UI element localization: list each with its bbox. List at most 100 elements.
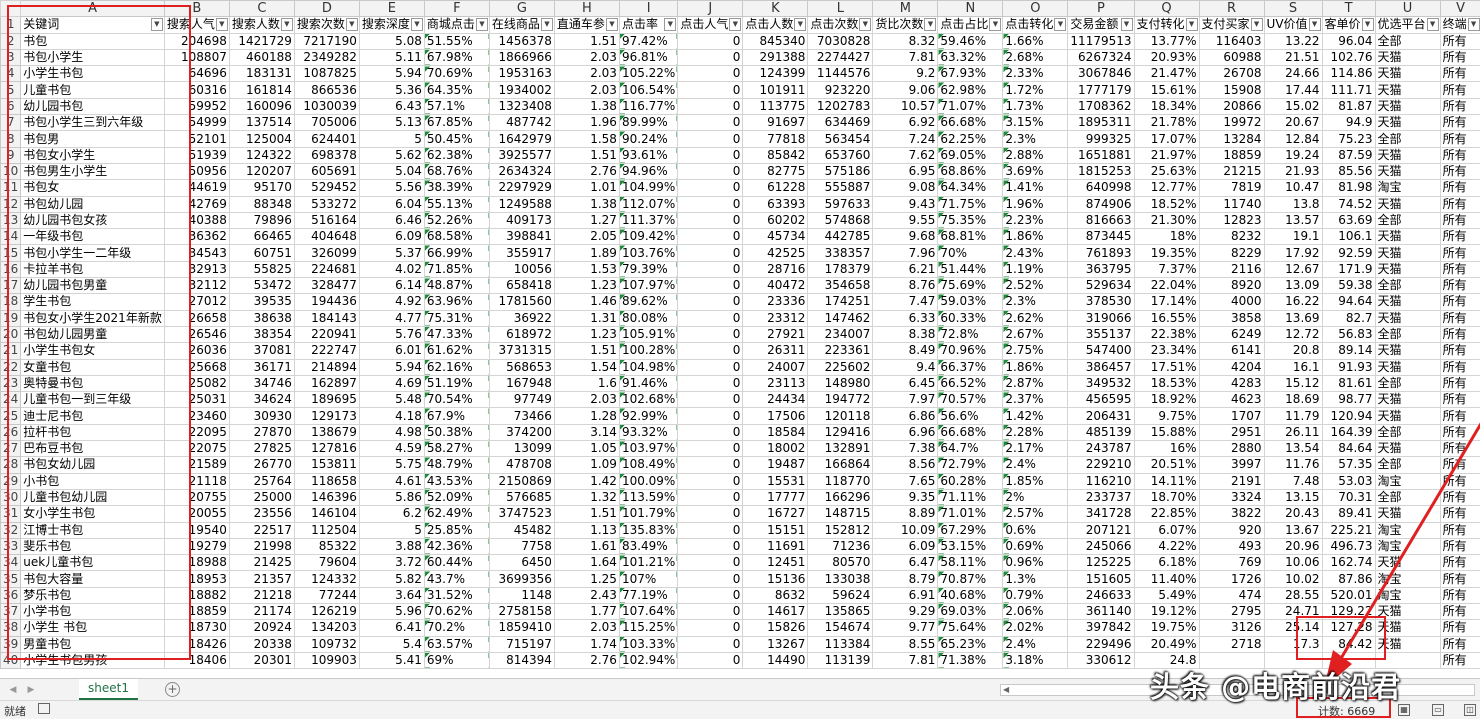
table-cell[interactable]: 96.81%: [618, 48, 679, 67]
table-cell[interactable]: 1148: [488, 586, 555, 604]
table-cell[interactable]: 天猫: [1374, 293, 1441, 311]
table-cell[interactable]: 113384: [807, 635, 874, 653]
table-cell[interactable]: 338357: [807, 244, 874, 262]
header-cell[interactable]: 交易金额 ▼: [1067, 16, 1135, 34]
table-cell[interactable]: 18%: [1133, 228, 1200, 246]
header-cell[interactable]: 点击占比 ▼: [937, 16, 1004, 34]
table-cell[interactable]: 天猫: [1374, 440, 1441, 458]
row-number[interactable]: 15: [0, 244, 22, 262]
table-cell[interactable]: 66465: [228, 228, 295, 246]
table-cell[interactable]: 19487: [742, 456, 809, 474]
table-cell[interactable]: 52.09%: [423, 488, 490, 507]
table-cell[interactable]: 幼儿园书包: [20, 97, 165, 116]
table-cell[interactable]: 6.01: [358, 342, 425, 360]
table-cell[interactable]: 0: [677, 65, 744, 83]
table-cell[interactable]: 27921: [742, 325, 809, 344]
table-cell[interactable]: 866536: [293, 81, 360, 99]
table-cell[interactable]: 69%: [423, 651, 490, 670]
table-cell[interactable]: 79.39%: [618, 260, 679, 279]
table-cell[interactable]: 20924: [228, 619, 295, 637]
table-cell[interactable]: 所有: [1439, 488, 1480, 507]
header-cell[interactable]: 客单价 ▼: [1321, 16, 1376, 34]
table-cell[interactable]: 18.70%: [1133, 488, 1200, 507]
table-cell[interactable]: 70.54%: [423, 391, 490, 409]
table-cell[interactable]: 103.33%: [618, 635, 679, 653]
row-number[interactable]: 29: [0, 472, 22, 490]
table-cell[interactable]: 0: [677, 374, 744, 393]
row-number[interactable]: 2: [0, 32, 22, 50]
row-number[interactable]: 18: [0, 293, 22, 311]
table-cell[interactable]: 120118: [807, 407, 874, 425]
table-cell[interactable]: 30930: [228, 407, 295, 425]
table-cell[interactable]: 所有: [1439, 537, 1480, 556]
table-cell[interactable]: 59952: [163, 97, 230, 116]
row-number[interactable]: 8: [0, 130, 22, 148]
table-cell[interactable]: 所有: [1439, 244, 1480, 262]
table-cell[interactable]: 28716: [742, 260, 809, 279]
row-number[interactable]: 1: [0, 16, 22, 34]
table-cell[interactable]: 2.05: [553, 228, 620, 246]
table-cell[interactable]: 17.3: [1263, 635, 1323, 653]
table-cell[interactable]: 100.09%: [618, 472, 679, 490]
table-cell[interactable]: 64.35%: [423, 81, 490, 99]
table-cell[interactable]: 2.43%: [1002, 244, 1069, 262]
table-cell[interactable]: 江博士书包: [20, 521, 165, 539]
table-cell[interactable]: 0: [677, 146, 744, 164]
table-cell[interactable]: 女童书包: [20, 358, 165, 376]
table-cell[interactable]: 9.08: [872, 179, 939, 197]
table-cell[interactable]: 6.2: [358, 505, 425, 523]
table-cell[interactable]: 108807: [163, 48, 230, 67]
table-cell[interactable]: 93.61%: [618, 146, 679, 164]
table-cell[interactable]: 133038: [807, 570, 874, 588]
table-cell[interactable]: 6.33: [872, 309, 939, 327]
table-cell[interactable]: 17777: [742, 488, 809, 507]
table-cell[interactable]: 天猫: [1374, 260, 1441, 279]
table-cell[interactable]: 5.62: [358, 146, 425, 164]
table-cell[interactable]: 42.36%: [423, 537, 490, 556]
table-cell[interactable]: 1.27: [553, 211, 620, 230]
table-cell[interactable]: 88348: [228, 195, 295, 213]
table-cell[interactable]: 18584: [742, 423, 809, 442]
table-cell[interactable]: 6450: [488, 554, 555, 572]
table-cell[interactable]: 12.77%: [1133, 179, 1200, 197]
table-cell[interactable]: 所有: [1439, 211, 1480, 230]
table-cell[interactable]: 624401: [293, 130, 360, 148]
table-cell[interactable]: 148715: [807, 505, 874, 523]
table-cell[interactable]: 1.38: [553, 195, 620, 213]
table-cell[interactable]: 2718: [1198, 635, 1265, 653]
table-cell[interactable]: 2.02%: [1002, 619, 1069, 637]
header-cell[interactable]: UV价值 ▼: [1263, 16, 1323, 34]
table-cell[interactable]: 59.46%: [937, 32, 1004, 50]
table-cell[interactable]: 11691: [742, 537, 809, 556]
table-cell[interactable]: 32913: [163, 260, 230, 279]
table-cell[interactable]: 1.72%: [1002, 81, 1069, 99]
table-cell[interactable]: 66.99%: [423, 244, 490, 262]
table-cell[interactable]: 10.06: [1263, 554, 1323, 572]
table-cell[interactable]: 天猫: [1374, 65, 1441, 83]
table-cell[interactable]: 24.8: [1133, 651, 1200, 670]
table-cell[interactable]: 0: [677, 130, 744, 148]
table-cell[interactable]: 儿童书包一到三年级: [20, 391, 165, 409]
table-cell[interactable]: 1651881: [1067, 146, 1135, 164]
table-cell[interactable]: 18.53%: [1133, 374, 1200, 393]
table-cell[interactable]: 93.32%: [618, 423, 679, 442]
table-cell[interactable]: 64.7%: [937, 440, 1004, 458]
table-cell[interactable]: 225602: [807, 358, 874, 376]
table-cell[interactable]: 64.34%: [937, 179, 1004, 197]
table-cell[interactable]: 28.55: [1263, 586, 1323, 604]
table-cell[interactable]: 135865: [807, 602, 874, 621]
table-cell[interactable]: 48.87%: [423, 277, 490, 295]
table-cell[interactable]: 0: [677, 97, 744, 116]
table-cell[interactable]: 13.15: [1263, 488, 1323, 507]
table-cell[interactable]: 129.22: [1321, 602, 1376, 621]
table-cell[interactable]: 2.4%: [1002, 456, 1069, 474]
table-cell[interactable]: 14490: [742, 651, 809, 670]
table-cell[interactable]: 27870: [228, 423, 295, 442]
table-cell[interactable]: 920: [1198, 521, 1265, 539]
table-cell[interactable]: 所有: [1439, 423, 1480, 442]
table-cell[interactable]: 8232: [1198, 228, 1265, 246]
table-cell[interactable]: 189695: [293, 391, 360, 409]
table-cell[interactable]: 18859: [1198, 146, 1265, 164]
table-cell[interactable]: 一年级书包: [20, 228, 165, 246]
table-cell[interactable]: 26658: [163, 309, 230, 327]
